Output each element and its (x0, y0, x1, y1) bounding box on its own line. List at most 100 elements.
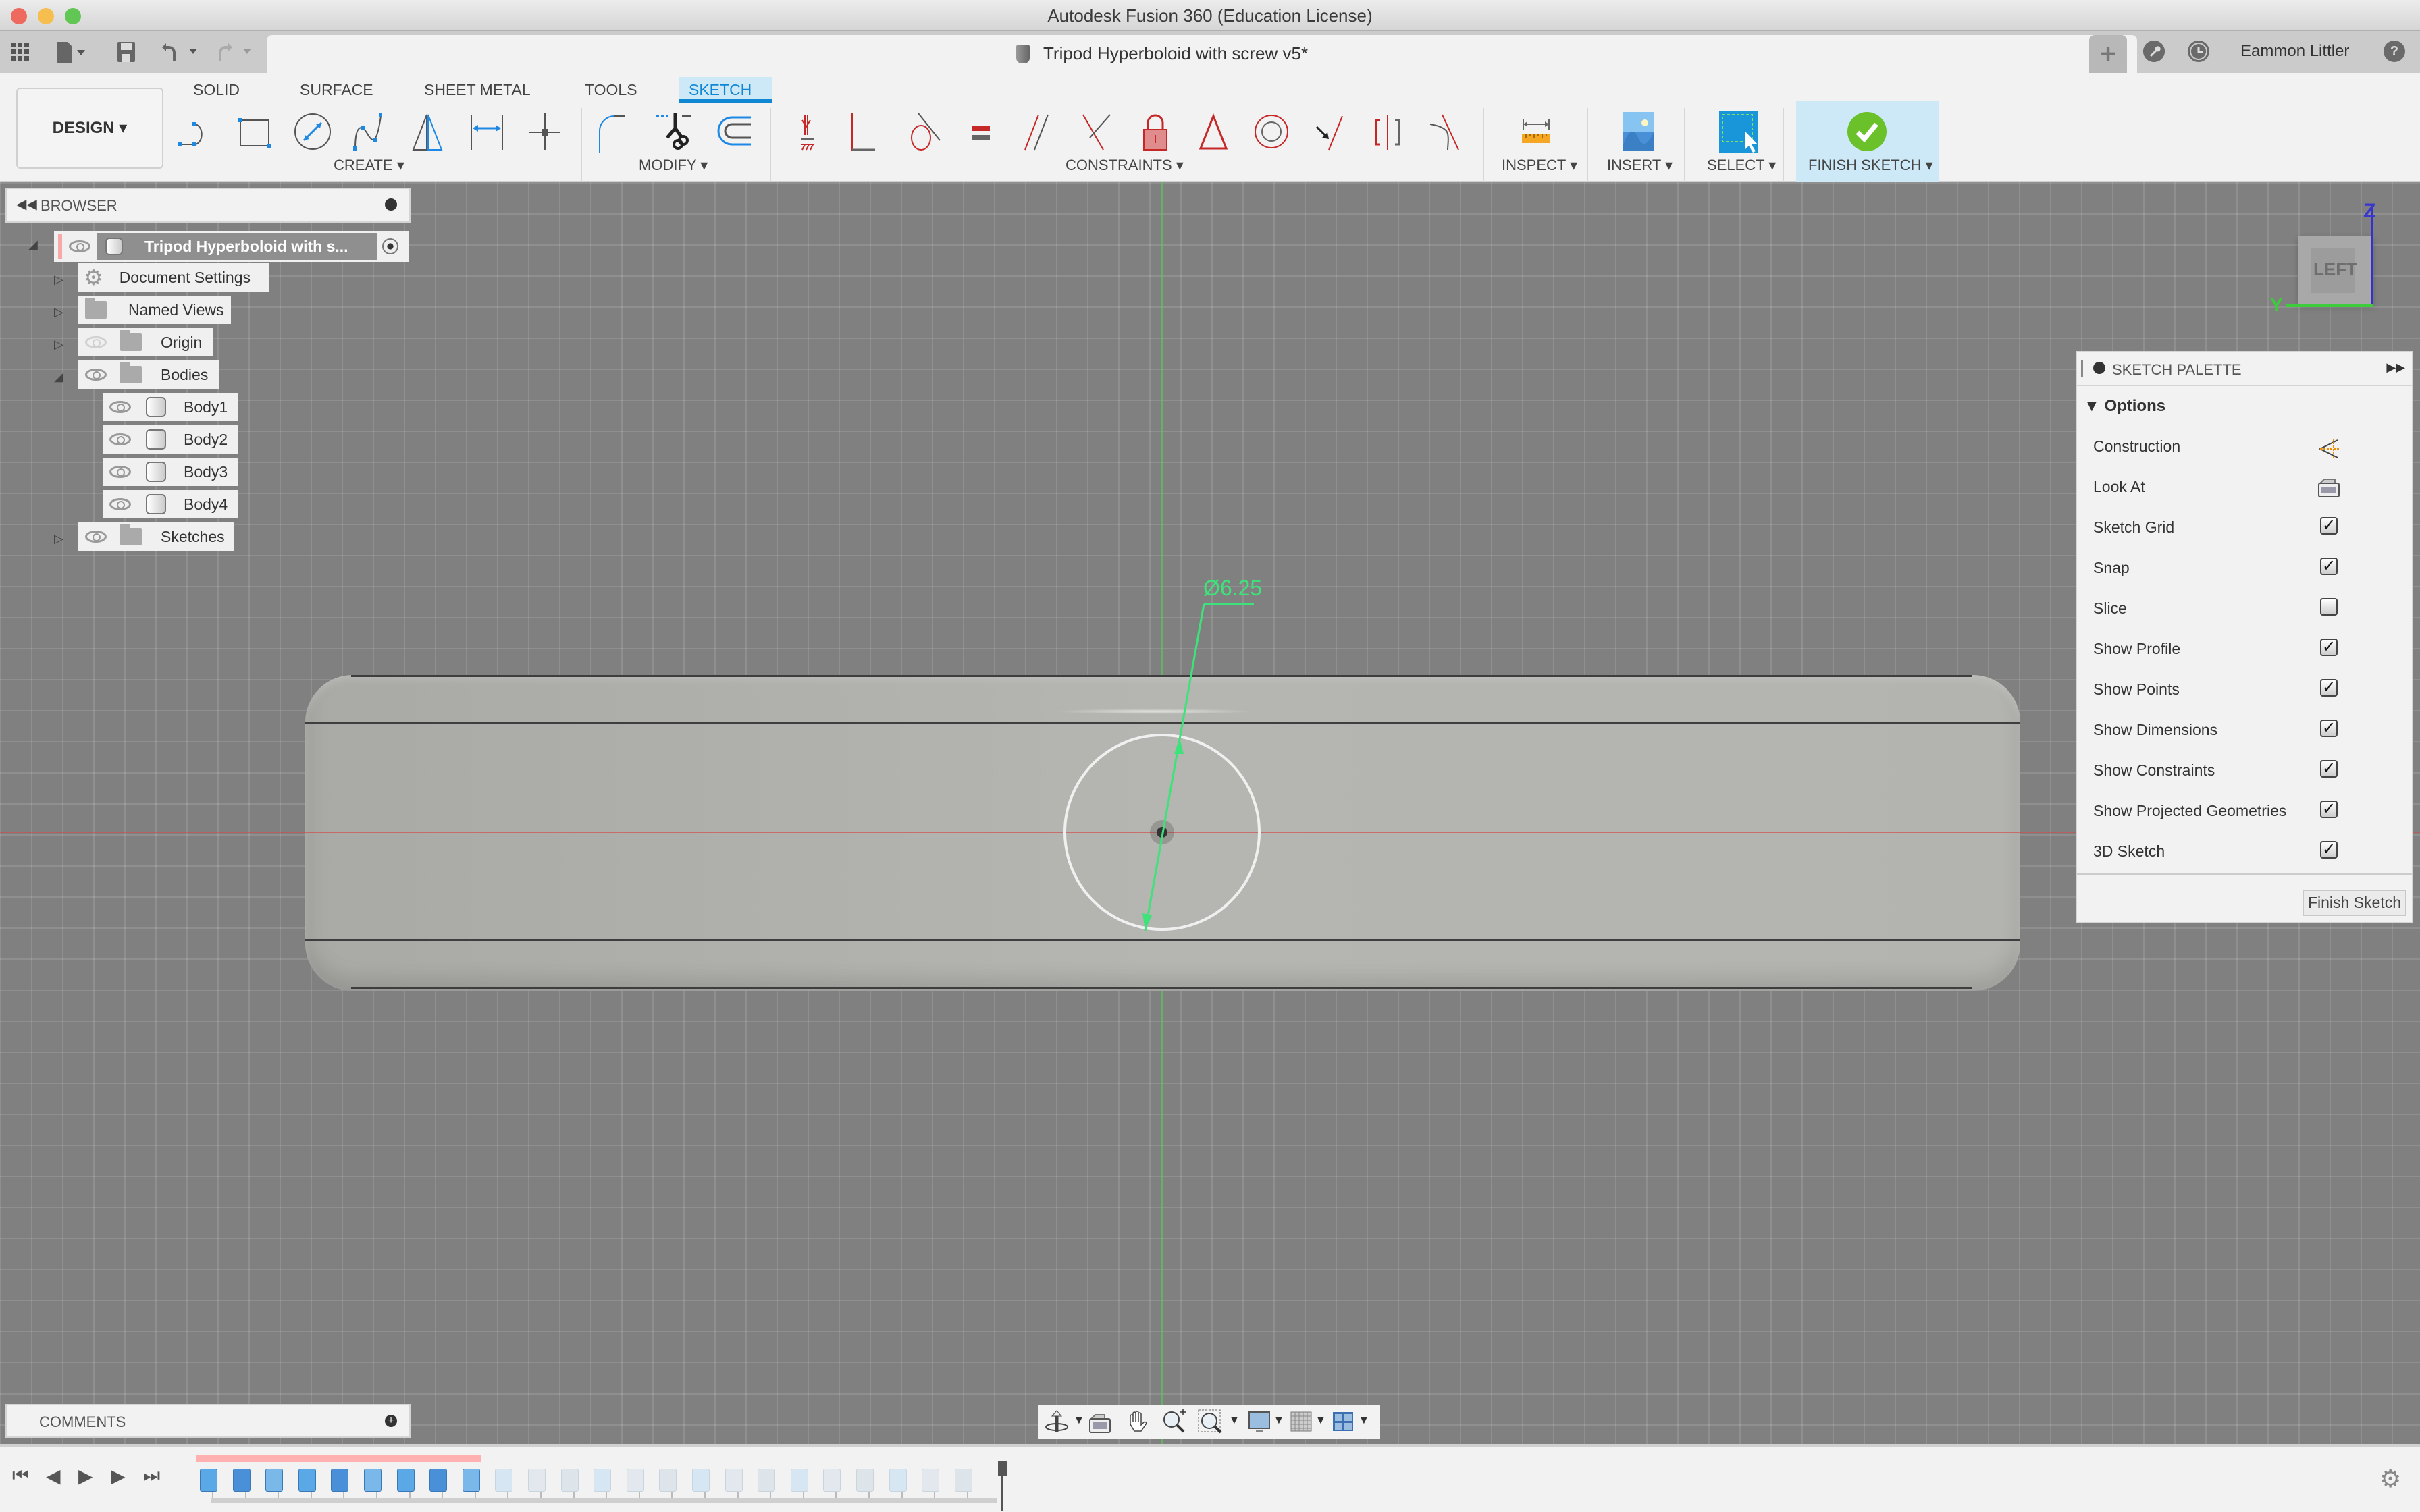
browser-item-named-views[interactable]: Named Views (78, 296, 231, 324)
3d-sketch-checkbox[interactable]: ✓ (2320, 841, 2338, 859)
show-profile-checkbox[interactable]: ✓ (2320, 639, 2338, 656)
expand-root-caret[interactable]: ◢ (28, 238, 38, 252)
timeline-feature[interactable] (364, 1469, 382, 1492)
step-forward-button[interactable]: ▶ (111, 1465, 126, 1487)
trim-tool[interactable] (652, 108, 697, 155)
timeline-feature[interactable] (725, 1469, 743, 1492)
snap-checkbox[interactable]: ✓ (2320, 558, 2338, 575)
timeline-feature[interactable] (200, 1469, 217, 1492)
diameter-dimension[interactable]: Ø6.25 (1203, 576, 1262, 600)
browser-item-body4[interactable]: Body4 (103, 490, 238, 518)
timeline-feature[interactable] (790, 1469, 808, 1492)
play-button[interactable]: ▶ (78, 1465, 93, 1487)
orbit-icon[interactable] (1044, 1409, 1070, 1435)
expand-caret[interactable]: ▷ (54, 338, 63, 352)
visibility-eye-icon[interactable] (109, 498, 131, 510)
timeline-feature[interactable] (692, 1469, 710, 1492)
visibility-eye-icon[interactable] (85, 531, 107, 543)
browser-root[interactable]: Tripod Hyperboloid with s... (54, 231, 409, 262)
inspect-menu[interactable]: INSPECT ▾ (1502, 157, 1577, 174)
visibility-hidden-icon[interactable] (85, 336, 107, 348)
grid-dropdown[interactable]: ▼ (1315, 1415, 1326, 1427)
browser-item-origin[interactable]: Origin (78, 328, 213, 356)
constraints-menu[interactable]: CONSTRAINTS ▾ (1066, 157, 1184, 174)
browser-pin-icon[interactable] (385, 198, 397, 211)
insert-menu[interactable]: INSERT ▾ (1607, 157, 1673, 174)
expand-caret[interactable]: ▷ (54, 532, 63, 546)
perpendicular-constraint[interactable] (843, 108, 887, 155)
zoom-dropdown[interactable]: ▼ (1229, 1415, 1240, 1427)
timeline-feature[interactable] (856, 1469, 874, 1492)
timeline-feature[interactable] (265, 1469, 284, 1492)
modify-menu[interactable]: MODIFY ▾ (639, 157, 708, 174)
document-tab[interactable]: Tripod Hyperboloid with screw v5* × (267, 35, 2137, 73)
new-tab-button[interactable]: + (2089, 35, 2127, 73)
finish-sketch-menu[interactable]: FINISH SKETCH ▾ (1808, 157, 1933, 174)
collinear-constraint[interactable] (1075, 108, 1120, 155)
timeline-feature[interactable] (954, 1469, 972, 1492)
pan-icon[interactable] (1125, 1409, 1151, 1435)
collapse-palette-icon[interactable]: ▶▶ (2386, 360, 2405, 375)
look-at-icon[interactable] (2317, 477, 2340, 500)
3d-viewport[interactable]: Ø6.25 ◀◀ BROWSER ◢ Tripod Hyperboloid wi… (0, 182, 2420, 1444)
undo-icon[interactable] (161, 40, 201, 63)
timeline-feature[interactable] (626, 1469, 644, 1492)
measure-tool[interactable] (1514, 108, 1558, 155)
browser-item-body1[interactable]: Body1 (103, 393, 238, 421)
timeline-feature[interactable] (823, 1469, 841, 1492)
show-dimensions-checkbox[interactable]: ✓ (2320, 720, 2338, 737)
timeline-feature[interactable] (298, 1469, 316, 1492)
grid-apps-icon[interactable] (9, 40, 31, 63)
file-icon[interactable] (54, 40, 90, 63)
step-back-button[interactable]: ◀ (46, 1465, 61, 1487)
visibility-eye-icon[interactable] (109, 401, 131, 413)
construction-icon[interactable] (2317, 437, 2340, 460)
circle-tool[interactable] (290, 108, 335, 155)
tab-sheet-metal[interactable]: SHEET METAL (415, 77, 540, 103)
go-to-end-button[interactable]: ⏭ (143, 1465, 160, 1487)
mirror-tool[interactable] (406, 108, 451, 155)
visibility-eye-icon[interactable] (109, 433, 131, 446)
show-projected-geometries-checkbox[interactable]: ✓ (2320, 801, 2338, 818)
grid-settings-icon[interactable] (1290, 1409, 1315, 1435)
activate-component-radio[interactable] (382, 238, 398, 254)
browser-item-body3[interactable]: Body3 (103, 458, 238, 486)
add-comment-icon[interactable]: + (385, 1415, 397, 1427)
collapse-caret[interactable]: ◢ (54, 370, 63, 384)
tangent-constraint[interactable] (901, 108, 945, 155)
zoom-icon[interactable] (1161, 1409, 1187, 1435)
redo-icon[interactable] (215, 40, 255, 63)
extensions-icon[interactable] (2143, 40, 2165, 62)
viewports-dropdown[interactable]: ▼ (1359, 1415, 1369, 1427)
slice-checkbox[interactable] (2320, 598, 2338, 616)
timeline-feature[interactable] (396, 1469, 415, 1492)
viewports-icon[interactable] (1332, 1409, 1357, 1435)
insert-image-tool[interactable] (1616, 108, 1661, 155)
viewcube[interactable]: LEFT (2298, 236, 2373, 304)
horizontal-vertical-constraint[interactable] (1307, 108, 1352, 155)
save-icon[interactable] (116, 40, 136, 63)
timeline-feature[interactable] (758, 1469, 776, 1492)
browser-item-bodies[interactable]: Bodies (78, 360, 219, 389)
browser-item-sketches[interactable]: Sketches (78, 522, 234, 551)
rectangle-tool[interactable] (232, 108, 277, 155)
display-dropdown[interactable]: ▼ (1273, 1415, 1284, 1427)
timeline-feature[interactable] (594, 1469, 612, 1492)
orbit-dropdown[interactable]: ▼ (1074, 1415, 1084, 1427)
concentric-constraint[interactable] (1249, 108, 1294, 155)
timeline-feature[interactable] (232, 1469, 251, 1492)
select-menu[interactable]: SELECT ▾ (1707, 157, 1776, 174)
help-icon[interactable]: ? (2384, 40, 2405, 62)
timeline-feature[interactable] (495, 1469, 513, 1492)
browser-item-document-settings[interactable]: ⚙ Document Settings (78, 263, 269, 292)
equal-constraint[interactable] (959, 108, 1003, 155)
line-tool[interactable] (174, 108, 219, 155)
sketch-grid-checkbox[interactable]: ✓ (2320, 517, 2338, 535)
look-at-icon[interactable] (1088, 1409, 1114, 1435)
select-tool[interactable] (1715, 108, 1760, 155)
tab-sketch[interactable]: SKETCH (679, 77, 772, 103)
timeline-settings-gear-icon[interactable]: ⚙ (2379, 1465, 2401, 1493)
tab-tools[interactable]: TOOLS (575, 77, 647, 103)
go-to-start-button[interactable]: ⏮ (12, 1465, 29, 1487)
tab-surface[interactable]: SURFACE (290, 77, 383, 103)
